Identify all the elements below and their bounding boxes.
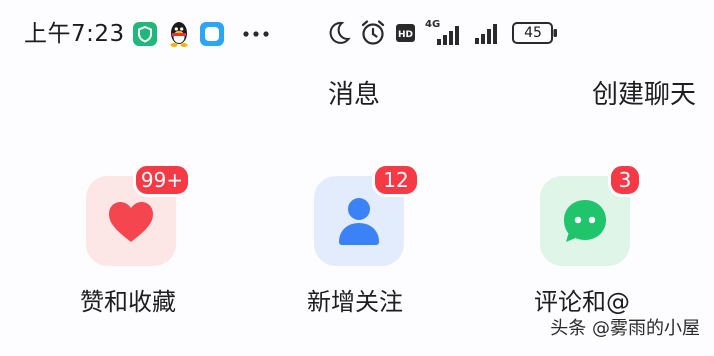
message-page: 上午7:23 HD 4G 45 消息 创建聊天 99+ 赞和收藏 12 新增关注… [0, 0, 714, 356]
new-followers-label: 新增关注 [307, 288, 403, 316]
followers-count-badge: 12 [372, 163, 420, 197]
create-chat-button[interactable]: 创建聊天 [592, 76, 696, 114]
app-square-icon [200, 22, 224, 46]
hd-icon: HD [396, 24, 415, 42]
qq-penguin-icon [170, 22, 188, 47]
comments-count-badge: 3 [608, 163, 642, 197]
likes-count-badge: 99+ [133, 163, 191, 197]
alarm-icon [361, 20, 385, 45]
moon-icon [329, 21, 351, 44]
comments-mentions-label: 评论和@ [534, 288, 630, 316]
signal-icon [475, 24, 497, 44]
likes-favorites-label: 赞和收藏 [80, 288, 176, 316]
more-dots-icon [243, 31, 269, 37]
svg-text:HD: HD [398, 30, 413, 40]
svg-text:4G: 4G [425, 19, 440, 30]
signal-4g-icon: 4G [425, 19, 459, 45]
page-title: 消息 [328, 80, 381, 110]
battery-level: 45 [524, 25, 542, 41]
shield-app-icon [133, 22, 157, 46]
status-time: 上午7:23 [24, 21, 125, 47]
status-bar: 上午7:23 HD 4G 45 [0, 0, 714, 70]
watermark: 头条 @雾雨的小屋 [550, 318, 700, 339]
